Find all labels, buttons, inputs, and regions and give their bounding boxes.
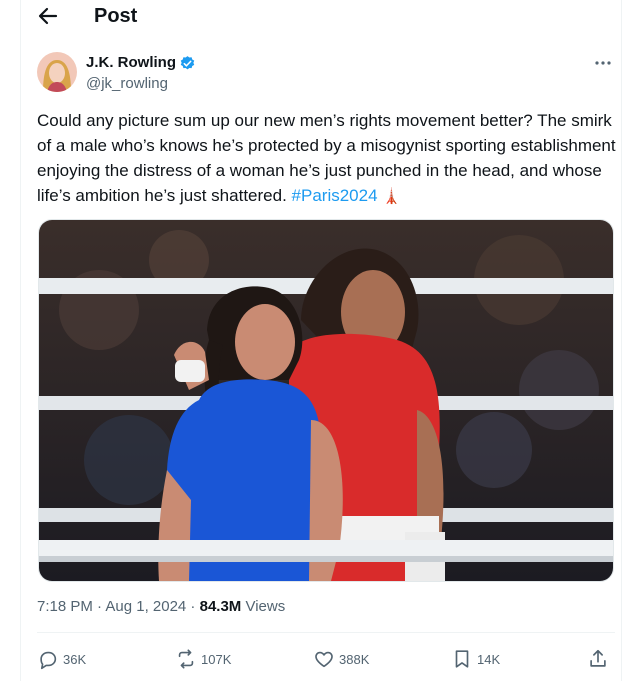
post-header: Post <box>0 0 640 34</box>
divider <box>37 632 615 633</box>
boxing-photo-image <box>39 220 613 581</box>
repost-button[interactable]: 107K <box>175 646 231 672</box>
like-count: 388K <box>339 651 370 667</box>
action-bar: 36K 107K 388K 14K <box>37 646 615 672</box>
hashtag-link[interactable]: #Paris2024 <box>292 186 378 205</box>
post-text-block: Could any picture sum up our new men’s r… <box>37 108 617 209</box>
bookmark-icon <box>455 650 469 668</box>
heart-icon <box>315 651 333 668</box>
reply-count: 36K <box>63 651 87 667</box>
bookmark-button[interactable]: 14K <box>451 646 500 672</box>
author-name-row[interactable]: J.K. Rowling <box>86 54 196 72</box>
reply-button[interactable]: 36K <box>37 646 86 672</box>
post-timestamp[interactable]: 7:18 PM · Aug 1, 2024 · <box>37 598 200 615</box>
author-handle[interactable]: @jk_rowling <box>86 75 168 93</box>
avatar[interactable] <box>37 52 77 92</box>
share-icon <box>590 649 606 667</box>
repost-icon <box>178 649 194 669</box>
arrow-left-icon <box>38 7 58 25</box>
views-count: 84.3M <box>199 598 242 615</box>
page-title: Post <box>94 5 138 27</box>
author-name: J.K. Rowling <box>86 54 176 71</box>
post-photo[interactable] <box>38 219 614 582</box>
eiffel-tower-emoji: 🗼 <box>382 188 401 205</box>
share-button[interactable] <box>587 646 613 672</box>
reply-icon <box>40 651 57 670</box>
verified-badge-icon <box>180 55 195 69</box>
repost-count: 107K <box>201 651 232 667</box>
back-button[interactable] <box>36 4 60 28</box>
more-options-button[interactable] <box>592 54 614 72</box>
bookmark-count: 14K <box>477 651 501 667</box>
post-meta: 7:18 PM · Aug 1, 2024 · 84.3M Views <box>37 597 285 617</box>
more-horizontal-icon <box>595 61 611 65</box>
like-button[interactable]: 388K <box>313 646 369 672</box>
views-label: Views <box>245 598 286 615</box>
